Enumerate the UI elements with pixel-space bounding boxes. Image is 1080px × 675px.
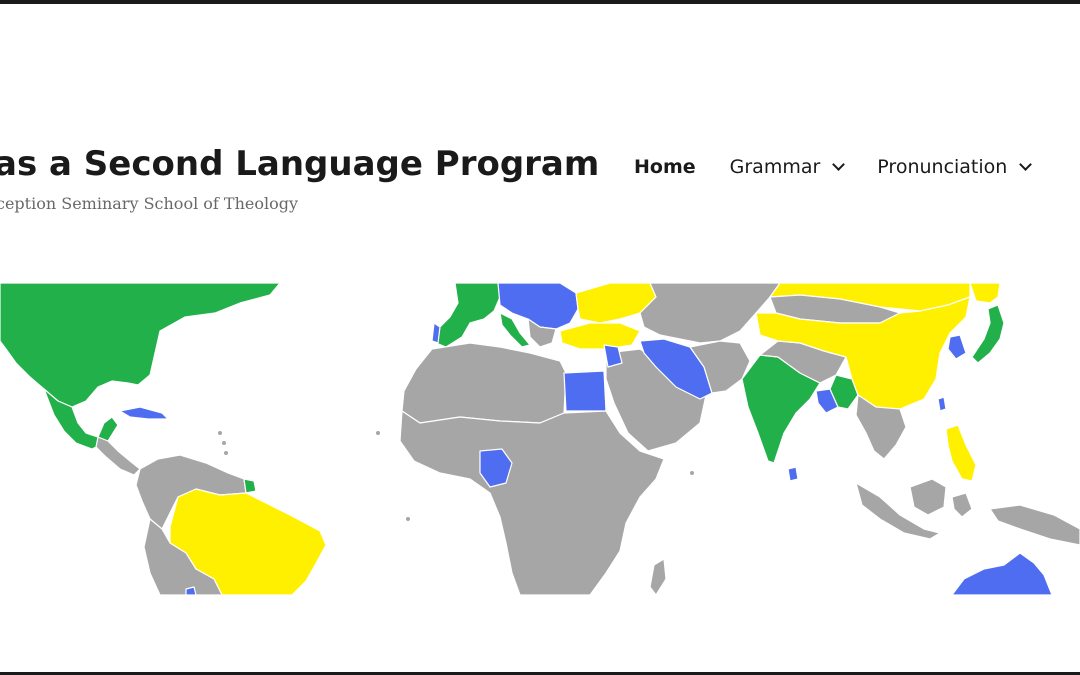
main-navigation: Home Grammar Pronunciation (634, 156, 1064, 178)
map-region-north-africa (401, 342, 567, 424)
map-region-east-yellow (969, 283, 1001, 304)
nav-item-pronunciation[interactable]: Pronunciation (877, 156, 1033, 178)
site-title[interactable]: as a Second Language Program (0, 144, 599, 184)
nav-item-home-label: Home (634, 156, 696, 178)
map-region-new-guinea (989, 504, 1080, 546)
map-region-central-america (95, 436, 141, 476)
map-region-south-blue (185, 586, 197, 595)
window-top-border (0, 0, 1080, 4)
map-region-sri-lanka (787, 466, 799, 482)
chevron-down-icon[interactable] (1019, 158, 1033, 171)
map-region-japan (971, 304, 1005, 364)
map-region-philippines (945, 424, 977, 482)
nav-item-home[interactable]: Home (634, 156, 696, 178)
map-region-sulawesi (951, 492, 973, 518)
nav-item-pronunciation-label: Pronunciation (877, 156, 1008, 178)
map-region-egypt (563, 370, 607, 412)
map-region-taiwan (937, 396, 947, 412)
map-region-korea (947, 334, 967, 360)
map-region-portugal (431, 322, 441, 344)
nav-item-grammar-label: Grammar (729, 156, 821, 178)
map-region-australia (951, 552, 1053, 595)
site-tagline: ception Seminary School of Theology (0, 194, 299, 213)
map-region-cuba (119, 406, 169, 420)
map-region-madagascar (649, 558, 667, 595)
map-region-central-africa (399, 410, 665, 595)
map-region-north-america (0, 283, 281, 408)
world-map-image (0, 283, 1080, 595)
map-region-turkey (559, 322, 641, 350)
map-region-western-europe (435, 283, 501, 348)
map-region-borneo (909, 478, 947, 516)
hero-world-map (0, 283, 1080, 595)
page: as a Second Language Program ception Sem… (0, 0, 1080, 675)
nav-item-grammar[interactable]: Grammar (729, 156, 846, 178)
map-region-guyana (243, 478, 257, 494)
chevron-down-icon[interactable] (832, 158, 846, 171)
